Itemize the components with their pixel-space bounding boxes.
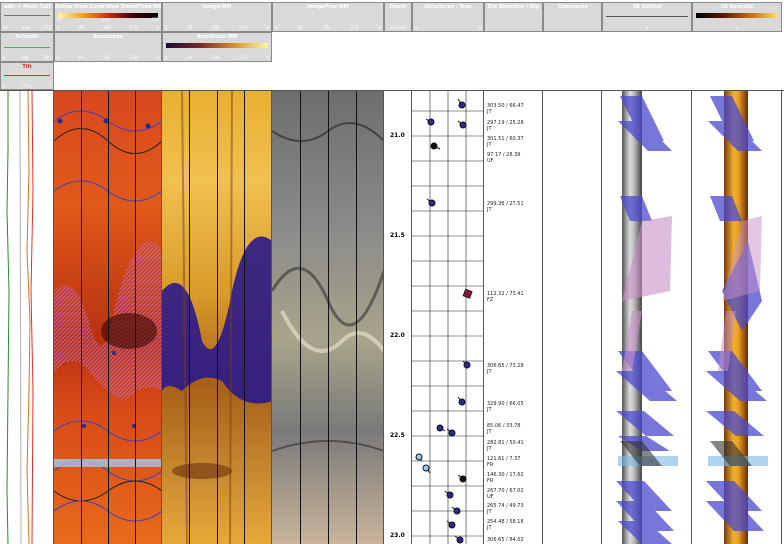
header-scale: 4 (645, 25, 649, 30)
header-3d-acoustic[interactable]: 3D Acoustic 1 (692, 2, 782, 32)
header-title: 3D Acoustic (720, 4, 754, 10)
depth-tick: 21.5 (390, 232, 405, 239)
header-scale-line (4, 15, 50, 16)
header-scale: 04 (415, 25, 481, 30)
dip-label: 121.61 / 7.37 FR (487, 456, 521, 468)
track-structures-true[interactable] (412, 91, 484, 544)
dip-label: 329.90 / 66.05 JT (487, 401, 524, 413)
header-title: Depth (389, 4, 407, 10)
header-title: Dip Direction / Dip (487, 4, 540, 10)
grid-line (189, 91, 190, 544)
header-scale: 0 deg 5 (3, 83, 51, 88)
header-title: 3D Optical (632, 4, 662, 10)
grid-line (328, 91, 329, 544)
dip-label: 265.74 / 49.73 JT (487, 503, 524, 515)
header-scale: 0 90 180 270 0 (165, 25, 269, 30)
header-scale: 0 90 180 270 0 (275, 25, 381, 30)
dip-label: 306.65 / 73.28 JT (487, 363, 524, 375)
header-scale: 1 (735, 25, 739, 30)
dip-label: 267.70 / 67.02 UF (487, 488, 524, 500)
header-scale-line (4, 75, 50, 76)
track-3d-optical[interactable] (602, 91, 692, 544)
grid-line (81, 91, 82, 544)
dip-label: 85.06 / 33.78 JT (487, 423, 521, 435)
depth-tick: 21.0 (390, 132, 405, 139)
header-title: Ratios from Controlled TravelTime-NM (55, 4, 162, 10)
header-structures-true[interactable]: Structures - True 04 (412, 2, 484, 32)
header-scale: 80 mm 270 (3, 25, 51, 30)
colorbar-acoustic (696, 13, 778, 18)
header-scale: 0 90 180 270 0 (57, 55, 159, 60)
header-structures[interactable]: Structures 0 90 180 270 0 (54, 32, 162, 62)
track-depth[interactable]: 21.0 21.5 22.0 22.5 23.0 (384, 91, 412, 544)
dip-label: 146.30 / 17.62 FR (487, 472, 524, 484)
header-tilt[interactable]: Tilt 0 deg 5 (0, 62, 54, 90)
calliper-curves (6, 91, 34, 544)
header-title: Tilt (22, 64, 32, 70)
acoustic-planes (706, 96, 768, 531)
grid-line (356, 91, 357, 544)
header-title: Structures (93, 34, 123, 40)
header-title: Comments (557, 4, 588, 10)
dip-label: 112.32 / 73.41 FZ (487, 291, 524, 303)
track-imageproc-nm[interactable] (272, 91, 384, 544)
track-calliper-curves[interactable] (0, 91, 54, 544)
grid-line (244, 91, 245, 544)
dip-label: 97.17 / 28.39 UF (487, 152, 521, 164)
header-imageproc-nm[interactable]: ImageProc-NM 0 90 180 270 0 (272, 2, 384, 32)
header-scale-line (4, 47, 50, 48)
depth-tick: 22.5 (390, 432, 405, 439)
header-tension[interactable]: adic + Mech Cali 80 mm 270 (0, 2, 54, 32)
track-dip-direction[interactable]: 303.50 / 66.47 JT 297.19 / 25.28 JT 301.51… (484, 91, 543, 544)
grid-line (108, 91, 109, 544)
header-comments[interactable]: Comments (543, 2, 602, 32)
depth-tick: 22.0 (390, 332, 405, 339)
header-3d-optical[interactable]: 3D Optical 4 (602, 2, 692, 32)
header-title: Structures - True (424, 4, 472, 10)
tadpole-plot (412, 91, 483, 544)
track-image-nm[interactable] (162, 91, 272, 544)
dip-label: 301.51 / 60.37 JT (487, 136, 524, 148)
grid-line (217, 91, 218, 544)
header-title: ImageProc-NM (307, 4, 349, 10)
header-scale: 93 mm 270 (57, 17, 159, 22)
optical-planes (616, 96, 678, 544)
dip-label: 303.50 / 66.47 JT (487, 103, 524, 115)
grid-line (135, 91, 136, 544)
track-comments[interactable] (543, 91, 602, 544)
fz-marker (462, 288, 473, 299)
dip-label: 306.65 / 84.02 (487, 537, 524, 543)
header-scale: 0 90 180 270 0 (165, 55, 269, 60)
dip-label: 282.81 / 50.41 JT (487, 440, 524, 452)
header-scale: 0 90 180 270 0 (57, 25, 159, 30)
header-scale-line (606, 16, 688, 17)
header-image-nm[interactable]: Image-NM 0 90 180 270 0 (162, 2, 272, 32)
depth-tick: 23.0 (390, 532, 405, 539)
header-depth[interactable]: Depth 1m:50m (384, 2, 412, 32)
dip-label: 299.36 / 27.51 JT (487, 201, 524, 213)
header-ratios[interactable]: Ratios from Controlled TravelTime-NM 93 m… (54, 2, 162, 32)
header-title: Image-NM (202, 4, 232, 10)
header-title: Amplitude-NM (196, 34, 238, 40)
header-scale: 0 deg 360 (3, 55, 51, 60)
header-unit: 1m:50m (389, 25, 407, 30)
grid-line (300, 91, 301, 544)
dip-label: 297.19 / 25.28 JT (487, 120, 524, 132)
header-azimuth[interactable]: Azimuth 0 deg 360 (0, 32, 54, 62)
header-title: adic + Mech Cali (3, 4, 51, 10)
colorbar-amplitude (166, 43, 268, 48)
track-ratios[interactable] (54, 91, 162, 544)
header-amplitude-nm[interactable]: Amplitude-NM 0 90 180 270 0 (162, 32, 272, 62)
dip-label: 254.48 / 58.18 JT (487, 519, 524, 531)
header-dip-direction[interactable]: Dip Direction / Dip (484, 2, 543, 32)
track-3d-acoustic[interactable] (692, 91, 782, 544)
header-title: Azimuth (15, 34, 39, 40)
